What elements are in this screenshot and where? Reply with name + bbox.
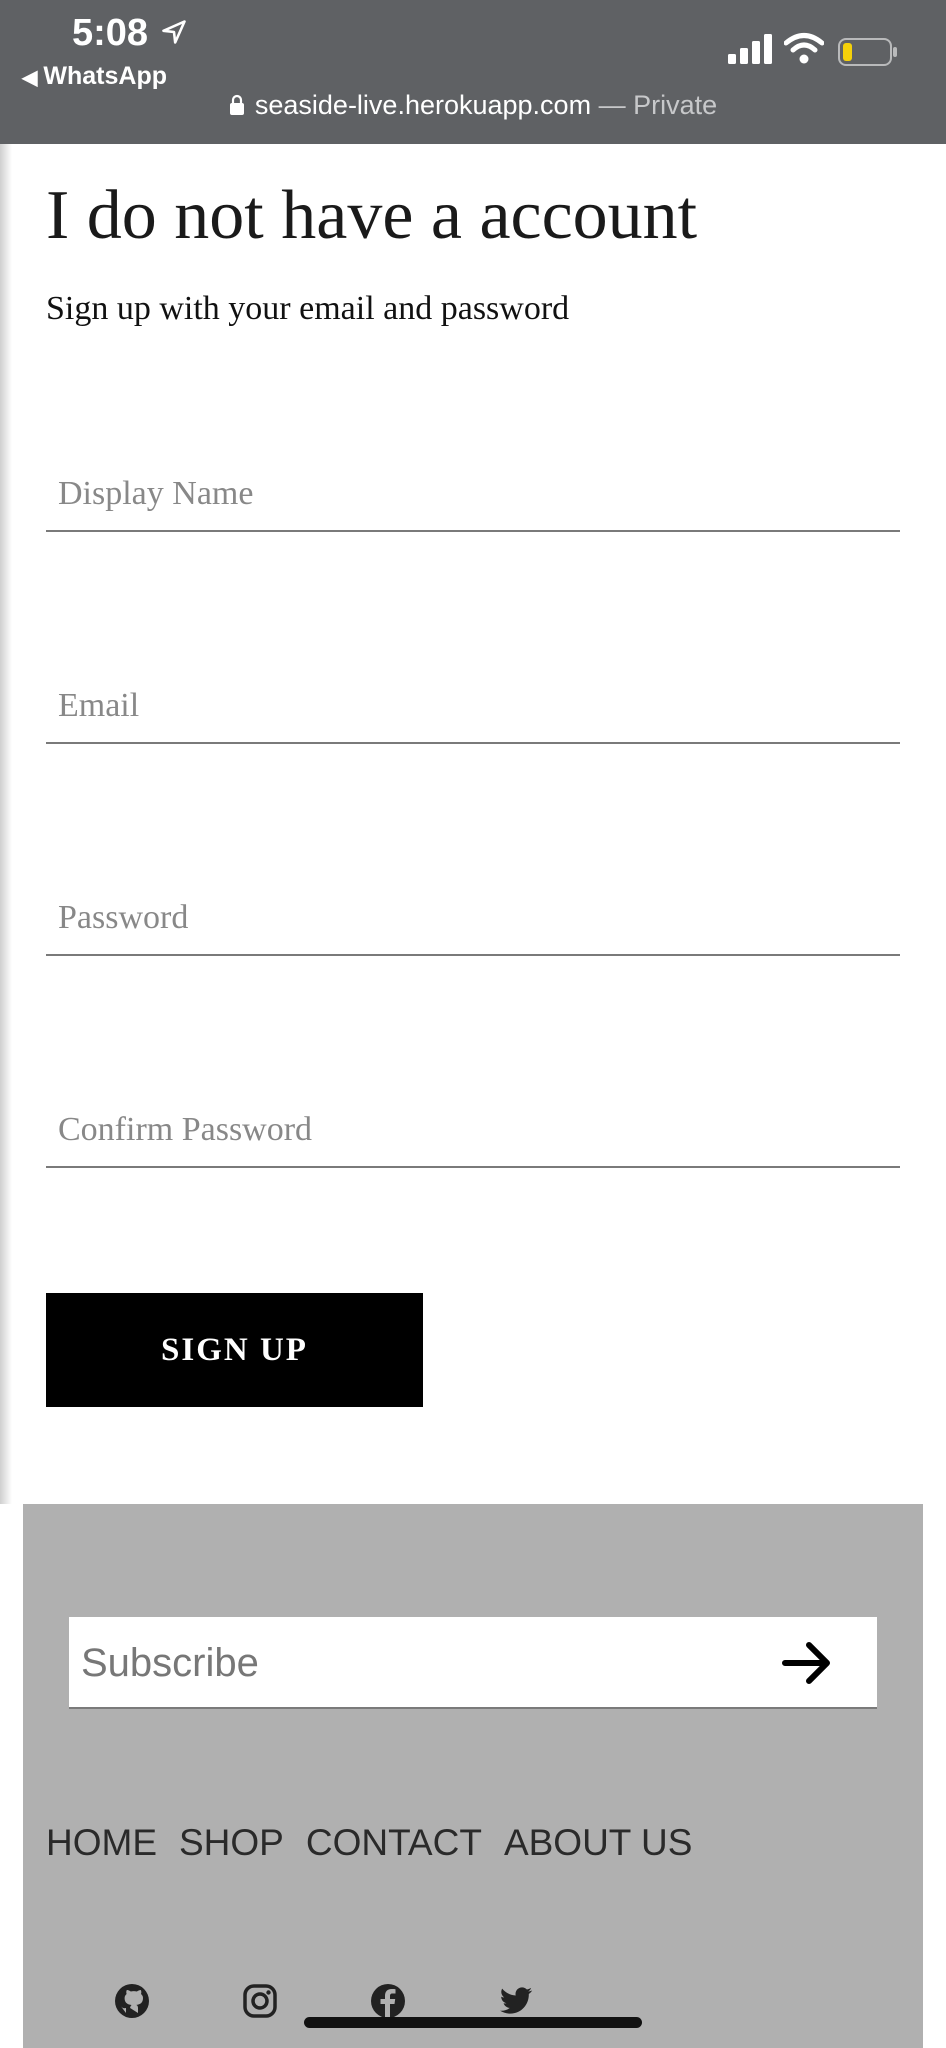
twitter-icon[interactable] (498, 1983, 534, 2019)
cellular-signal-icon (728, 34, 772, 64)
password-field (46, 882, 900, 956)
back-app-label: WhatsApp (43, 62, 167, 90)
battery-icon (838, 38, 897, 66)
nav-shop-link[interactable]: SHOP (179, 1822, 284, 1864)
display-name-input[interactable] (46, 458, 900, 530)
arrow-right-icon[interactable] (779, 1635, 835, 1691)
nav-contact-link[interactable]: CONTACT (306, 1822, 482, 1864)
confirm-password-field (46, 1094, 900, 1168)
footer (23, 1504, 923, 2048)
instagram-icon[interactable] (242, 1983, 278, 2019)
status-time: 5:08 (72, 12, 149, 54)
url-text: seaside-live.herokuapp.com (254, 90, 592, 120)
back-triangle-icon: ◀ (22, 67, 38, 89)
location-arrow-icon (162, 20, 186, 44)
subscribe-box (69, 1617, 877, 1709)
back-to-app-link[interactable]: ◀ WhatsApp (22, 62, 167, 91)
confirm-password-input[interactable] (46, 1094, 900, 1166)
status-bar: 5:08 ◀ WhatsApp seaside-live.herokuapp.co… (0, 0, 946, 144)
github-icon[interactable] (114, 1983, 150, 2019)
subscribe-input[interactable] (69, 1617, 763, 1709)
home-indicator (304, 2017, 642, 2028)
nav-home-link[interactable]: HOME (46, 1822, 157, 1864)
page-edge-shadow (0, 144, 12, 1504)
page-title: I do not have a account (46, 177, 698, 254)
lock-icon (229, 94, 244, 115)
display-name-field (46, 458, 900, 532)
password-input[interactable] (46, 882, 900, 954)
page-subtitle: Sign up with your email and password (46, 290, 570, 327)
private-label: — Private (598, 90, 718, 120)
email-field (46, 670, 900, 744)
nav-about-us-link[interactable]: ABOUT US (504, 1822, 692, 1864)
wifi-icon (784, 33, 824, 64)
footer-nav: HOME SHOP CONTACT ABOUT US (46, 1822, 692, 1864)
sign-up-button[interactable]: SIGN UP (46, 1293, 423, 1407)
email-input[interactable] (46, 670, 900, 742)
facebook-icon[interactable] (370, 1983, 406, 2019)
address-bar[interactable]: seaside-live.herokuapp.com — Private (0, 90, 946, 121)
